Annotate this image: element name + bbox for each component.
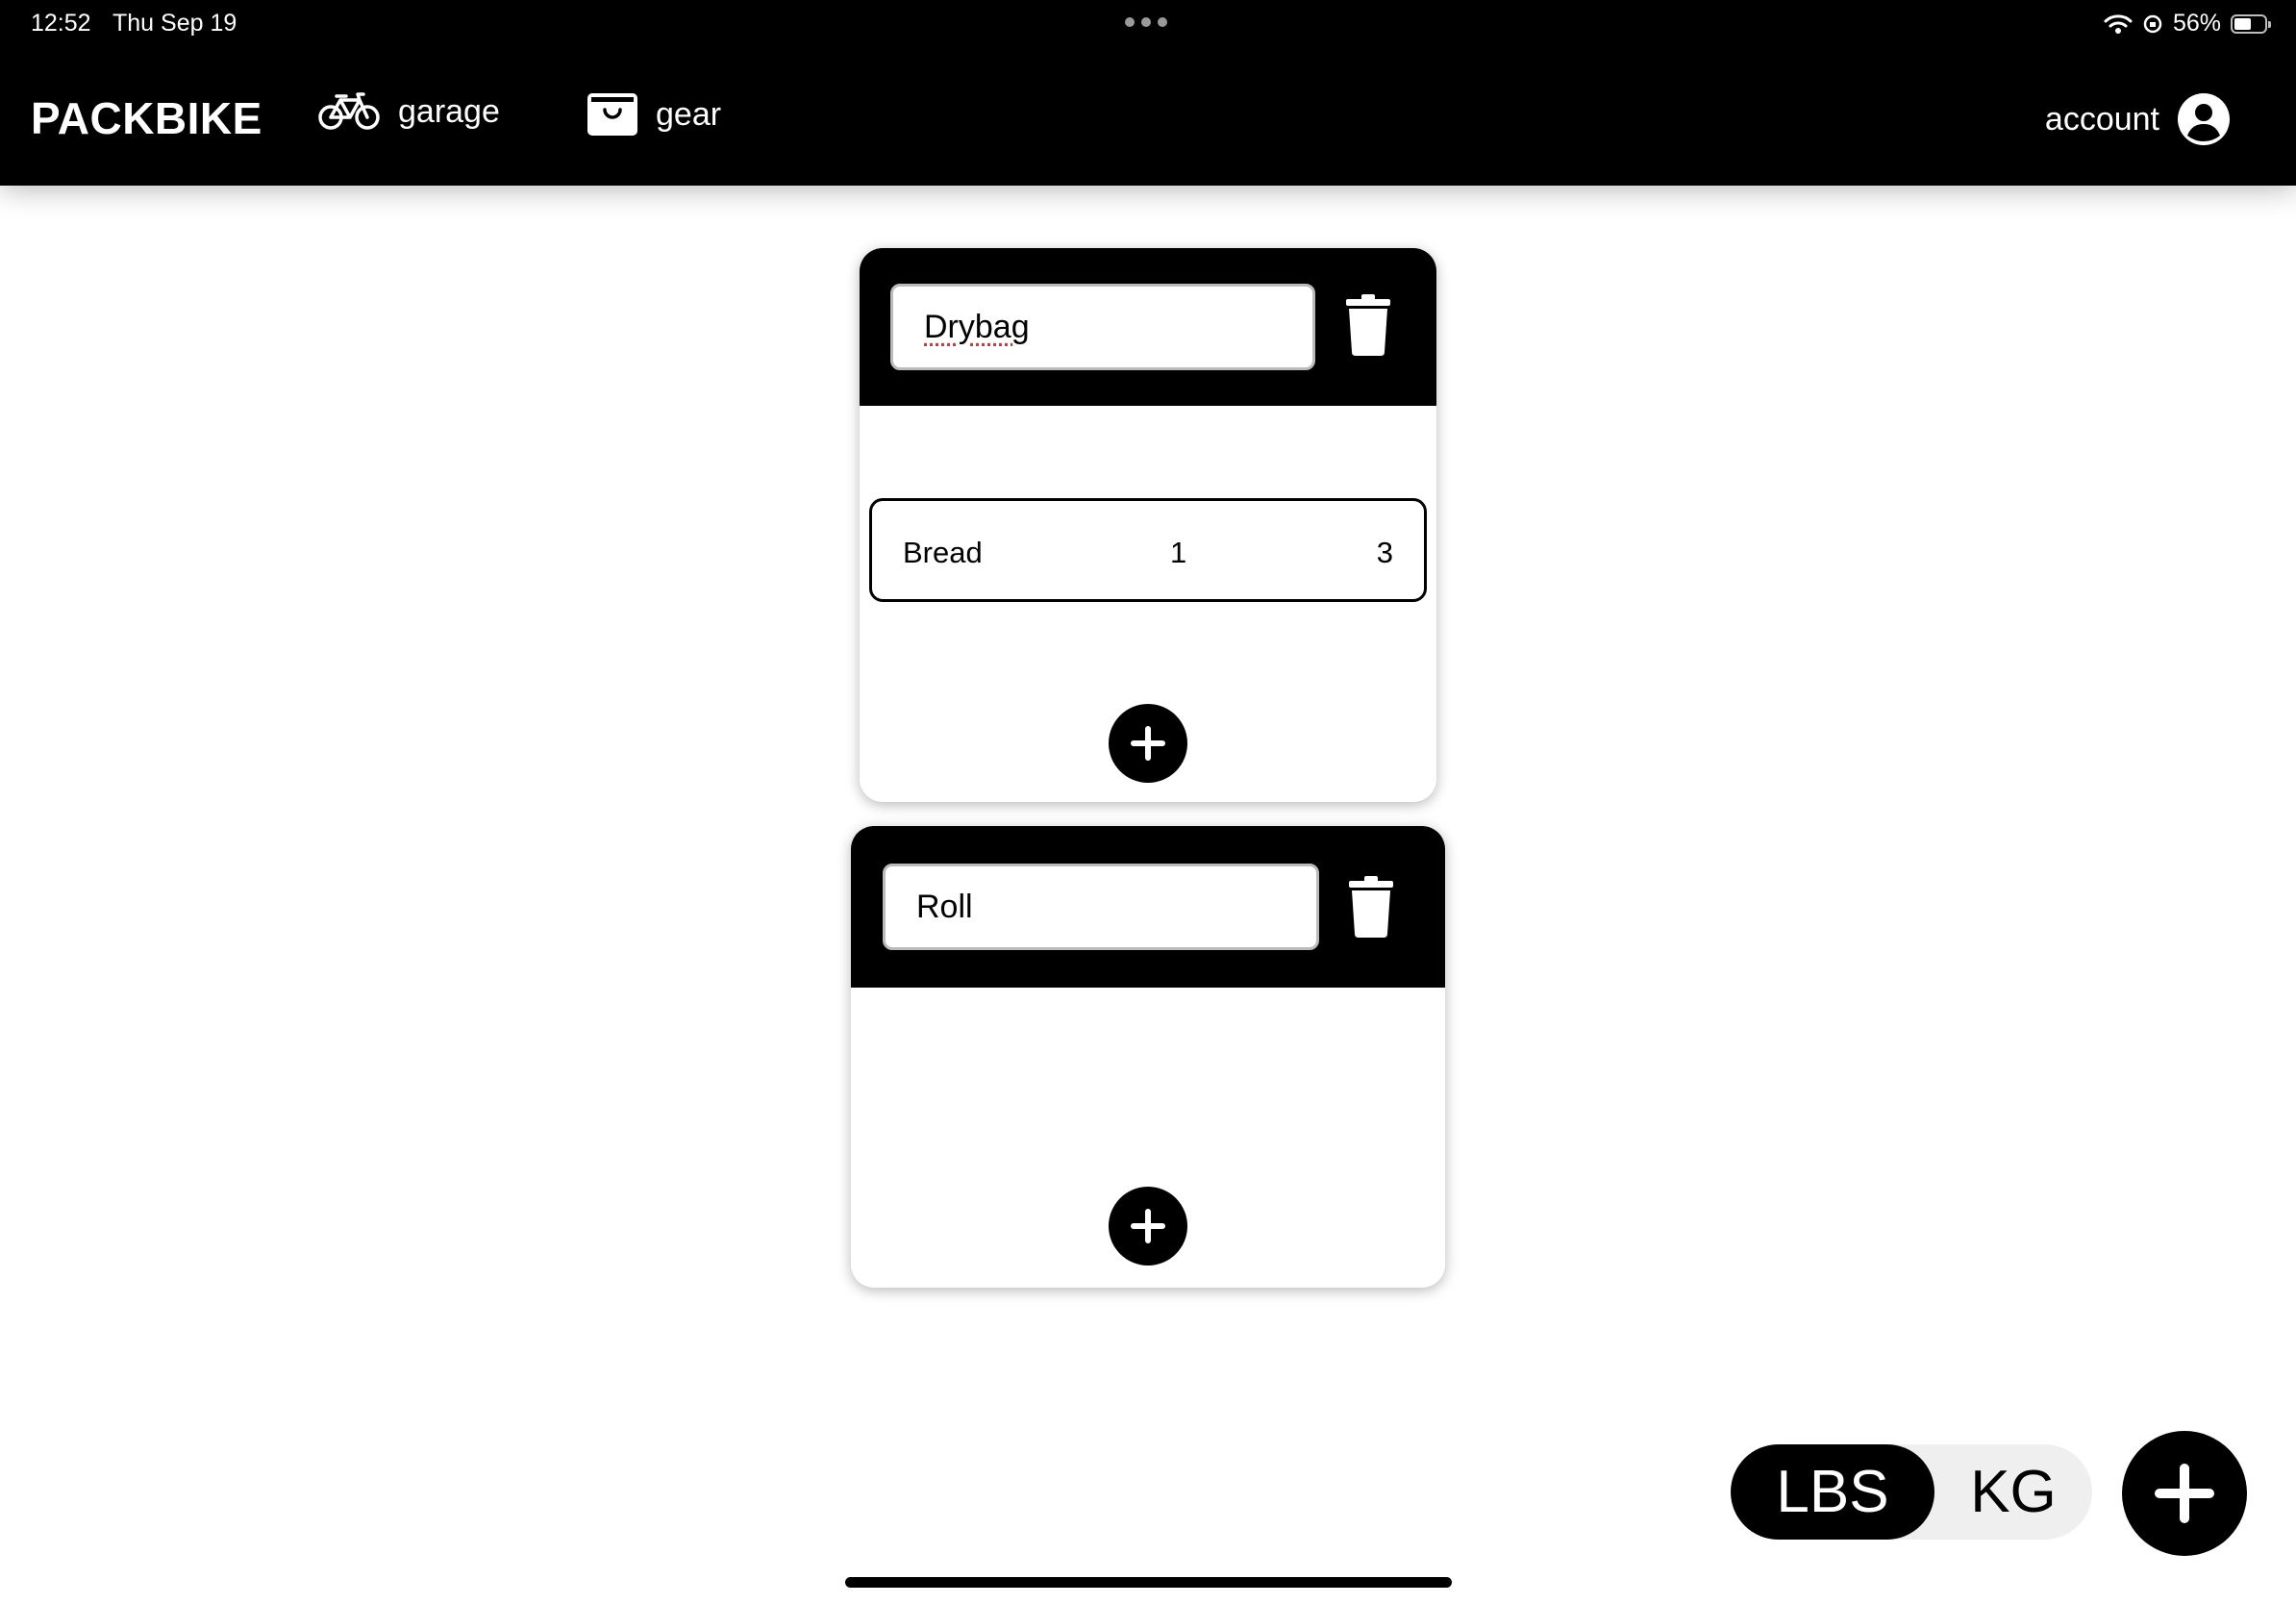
- multitasking-dots-icon[interactable]: [1125, 17, 1167, 27]
- plus-icon: [2155, 1464, 2214, 1523]
- nav-account-label: account: [2044, 100, 2159, 138]
- user-circle-icon: [2178, 93, 2230, 145]
- nav-account[interactable]: account: [2045, 92, 2231, 146]
- status-indicators: 56%: [2104, 10, 2271, 38]
- trash-icon[interactable]: [1346, 294, 1390, 356]
- nav-gear[interactable]: gear: [586, 92, 721, 137]
- pack-item-row[interactable]: Bread 1 3: [869, 498, 1427, 602]
- item-weight: 3: [1376, 536, 1393, 569]
- pack-card: [851, 826, 1445, 1288]
- unit-toggle: LBS KG: [1731, 1444, 2092, 1540]
- nav-garage-label: garage: [398, 92, 500, 130]
- wifi-icon: [2104, 13, 2133, 34]
- add-item-button[interactable]: [1109, 704, 1187, 783]
- nav-gear-label: gear: [656, 95, 722, 133]
- item-quantity: 1: [1170, 536, 1187, 569]
- pack-card-header: [860, 248, 1436, 406]
- status-time: 12:52: [31, 10, 91, 37]
- home-indicator[interactable]: [845, 1577, 1452, 1588]
- bicycle-icon: [318, 92, 380, 130]
- pack-name-input[interactable]: [883, 864, 1319, 950]
- unit-option-lbs[interactable]: LBS: [1731, 1444, 1934, 1540]
- battery-percent: 56%: [2172, 10, 2221, 37]
- trash-icon[interactable]: [1349, 876, 1393, 938]
- item-name: Bread: [903, 536, 983, 569]
- pack-name-input[interactable]: [890, 284, 1315, 370]
- plus-icon: [1131, 1209, 1165, 1243]
- pack-card-header: [851, 826, 1445, 988]
- battery-icon: [2231, 13, 2271, 34]
- brand-logo[interactable]: PACKBIKE: [31, 92, 262, 144]
- unit-option-kg[interactable]: KG: [1934, 1444, 2092, 1540]
- pack-card: Bread 1 3: [860, 248, 1436, 802]
- top-nav-bar: 12:52 Thu Sep 19 56% PACKBIKE garage gea…: [0, 0, 2296, 186]
- plus-icon: [1131, 726, 1165, 761]
- nav-garage[interactable]: garage: [317, 92, 500, 131]
- shopping-bag-icon: [587, 93, 637, 136]
- status-date: Thu Sep 19: [112, 10, 237, 37]
- orientation-lock-icon: [2143, 14, 2162, 33]
- add-item-button[interactable]: [1109, 1187, 1187, 1266]
- add-pack-button[interactable]: [2122, 1431, 2247, 1556]
